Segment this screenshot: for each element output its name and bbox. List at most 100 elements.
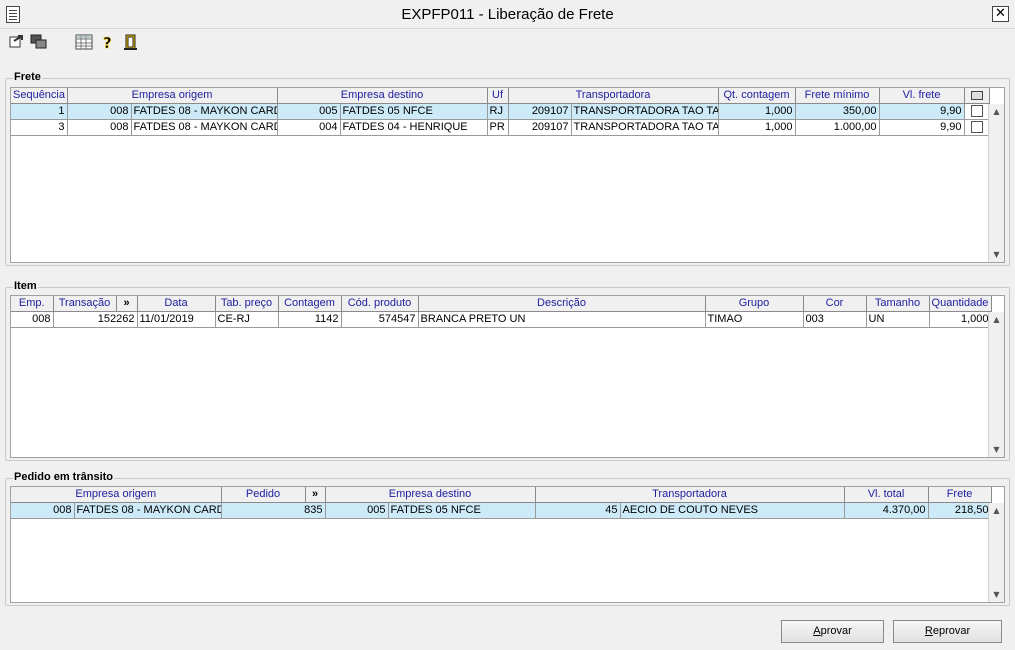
cell-check[interactable] xyxy=(964,119,990,136)
col-frete[interactable]: Frete xyxy=(928,487,992,503)
cell-origem-name: FATDES 08 - MAYKON CARDOSO xyxy=(131,119,278,136)
col-quantidade[interactable]: Quantidade xyxy=(929,296,992,312)
cell-tab-preco: CE-RJ xyxy=(215,311,279,328)
col-tab-preco[interactable]: Tab. preço xyxy=(215,296,279,312)
cell-transacao: 152262 xyxy=(53,311,138,328)
cell-qt-contagem: 1,000 xyxy=(718,119,796,136)
frete-header-row: Sequência Empresa origem Empresa destino… xyxy=(11,88,990,104)
col-qt-contagem[interactable]: Qt. contagem xyxy=(718,88,796,104)
pedido-group-label: Pedido em trânsito xyxy=(13,471,115,483)
select-all-icon[interactable] xyxy=(970,90,983,100)
col-frete-minimo[interactable]: Frete mínimo xyxy=(795,88,880,104)
export-icon[interactable] xyxy=(8,33,26,51)
cell-transp-name: TRANSPORTADORA TAO TAO xyxy=(571,119,719,136)
cell-frete-minimo: 350,00 xyxy=(795,103,880,120)
frete-group: Frete Sequência Empresa origem Empresa d… xyxy=(5,71,1010,266)
pedido-group: Pedido em trânsito Empresa origem Pedido… xyxy=(5,471,1010,606)
grid-icon[interactable] xyxy=(75,33,93,51)
cell-qt-contagem: 1,000 xyxy=(718,103,796,120)
col-cor[interactable]: Cor xyxy=(803,296,867,312)
windows-icon[interactable] xyxy=(30,33,48,51)
row-checkbox[interactable] xyxy=(970,121,983,134)
aprovar-button[interactable]: Aprovar xyxy=(781,620,884,643)
col-cod-produto[interactable]: Cód. produto xyxy=(341,296,419,312)
cell-destino-name: FATDES 05 NFCE xyxy=(340,103,488,120)
table-row[interactable]: 3 008 FATDES 08 - MAYKON CARDOSO 004 FAT… xyxy=(11,119,990,136)
cell-destino-name: FATDES 04 - HENRIQUE xyxy=(340,119,488,136)
cell-origem-code: 008 xyxy=(67,103,132,120)
cell-frete: 218,50 xyxy=(928,502,992,519)
col-empresa-destino[interactable]: Empresa destino xyxy=(277,88,488,104)
cell-destino-code: 005 xyxy=(277,103,341,120)
cell-transp-code: 209107 xyxy=(508,103,572,120)
col-transacao[interactable]: Transação xyxy=(53,296,117,312)
cell-check[interactable] xyxy=(964,103,990,120)
scroll-up-icon[interactable]: ▲ xyxy=(989,104,1004,119)
cell-origem-code: 008 xyxy=(67,119,132,136)
window-title: EXPFP011 - Liberação de Frete xyxy=(401,6,614,23)
cell-vl-frete: 9,90 xyxy=(879,103,965,120)
col-vl-frete[interactable]: Vl. frete xyxy=(879,88,965,104)
col-emp[interactable]: Emp. xyxy=(11,296,54,312)
col-grupo[interactable]: Grupo xyxy=(705,296,804,312)
reprovar-accel: R xyxy=(924,625,933,637)
help-icon[interactable]: ? xyxy=(99,33,117,51)
close-button[interactable]: ✕ xyxy=(992,6,1009,22)
cell-descricao: BRANCA PRETO UN xyxy=(418,311,706,328)
table-row[interactable]: 008 FATDES 08 - MAYKON CARDOSO 835 005 F… xyxy=(11,502,992,519)
col-transportadora[interactable]: Transportadora xyxy=(535,487,845,503)
cell-vl-frete: 9,90 xyxy=(879,119,965,136)
col-select-all[interactable] xyxy=(964,88,990,104)
scroll-up-icon[interactable]: ▲ xyxy=(989,503,1004,518)
cell-transp-code: 209107 xyxy=(508,119,572,136)
col-tamanho[interactable]: Tamanho xyxy=(866,296,930,312)
cell-cod-produto: 574547 xyxy=(341,311,419,328)
frete-scrollbar[interactable]: ▲ ▼ xyxy=(988,104,1004,262)
cell-cor: 003 xyxy=(803,311,867,328)
item-scrollbar[interactable]: ▲ ▼ xyxy=(988,312,1004,457)
cell-contagem: 1142 xyxy=(278,311,342,328)
scroll-down-icon[interactable]: ▼ xyxy=(989,247,1004,262)
table-row[interactable]: 1 008 FATDES 08 - MAYKON CARDOSO 005 FAT… xyxy=(11,103,990,120)
cell-transp-code: 45 xyxy=(535,502,621,519)
col-vl-total[interactable]: Vl. total xyxy=(844,487,929,503)
reprovar-button[interactable]: Reprovar xyxy=(893,620,1002,643)
cell-uf: PR xyxy=(487,119,509,136)
col-expand[interactable]: » xyxy=(116,296,138,312)
cell-origem-code: 008 xyxy=(11,502,75,519)
row-checkbox[interactable] xyxy=(970,105,983,118)
frete-grid[interactable]: Sequência Empresa origem Empresa destino… xyxy=(10,87,1005,263)
cell-emp: 008 xyxy=(11,311,54,328)
item-group: Item Emp. Transação » Data Tab. preço Co… xyxy=(5,280,1010,461)
svg-text:?: ? xyxy=(103,34,112,51)
col-contagem[interactable]: Contagem xyxy=(278,296,342,312)
cell-destino-code: 005 xyxy=(325,502,389,519)
table-row[interactable]: 008 152262 11/01/2019 CE-RJ 1142 574547 … xyxy=(11,311,992,328)
cell-tamanho: UN xyxy=(866,311,930,328)
col-data[interactable]: Data xyxy=(137,296,216,312)
col-sequencia[interactable]: Sequência xyxy=(11,88,68,104)
col-empresa-destino[interactable]: Empresa destino xyxy=(325,487,536,503)
scroll-up-icon[interactable]: ▲ xyxy=(989,312,1004,327)
pedido-grid[interactable]: Empresa origem Pedido » Empresa destino … xyxy=(10,486,1005,603)
col-descricao[interactable]: Descrição xyxy=(418,296,706,312)
reprovar-label: eprovar xyxy=(932,625,971,637)
frete-group-label: Frete xyxy=(13,71,42,83)
col-expand[interactable]: » xyxy=(305,487,326,503)
col-uf[interactable]: Uf xyxy=(487,88,509,104)
aprovar-label: provar xyxy=(820,625,852,637)
item-grid[interactable]: Emp. Transação » Data Tab. preço Contage… xyxy=(10,295,1005,458)
item-header-row: Emp. Transação » Data Tab. preço Contage… xyxy=(11,296,992,312)
col-empresa-origem[interactable]: Empresa origem xyxy=(11,487,222,503)
col-transportadora[interactable]: Transportadora xyxy=(508,88,719,104)
pedido-scrollbar[interactable]: ▲ ▼ xyxy=(988,503,1004,602)
item-group-label: Item xyxy=(13,280,38,292)
col-empresa-origem[interactable]: Empresa origem xyxy=(67,88,278,104)
scroll-down-icon[interactable]: ▼ xyxy=(989,442,1004,457)
col-pedido[interactable]: Pedido xyxy=(221,487,306,503)
exit-icon[interactable] xyxy=(122,33,140,51)
scroll-down-icon[interactable]: ▼ xyxy=(989,587,1004,602)
cell-quantidade: 1,000 xyxy=(929,311,992,328)
cell-transp-name: AECIO DE COUTO NEVES xyxy=(620,502,845,519)
title-bar: EXPFP011 - Liberação de Frete ✕ xyxy=(0,0,1015,29)
